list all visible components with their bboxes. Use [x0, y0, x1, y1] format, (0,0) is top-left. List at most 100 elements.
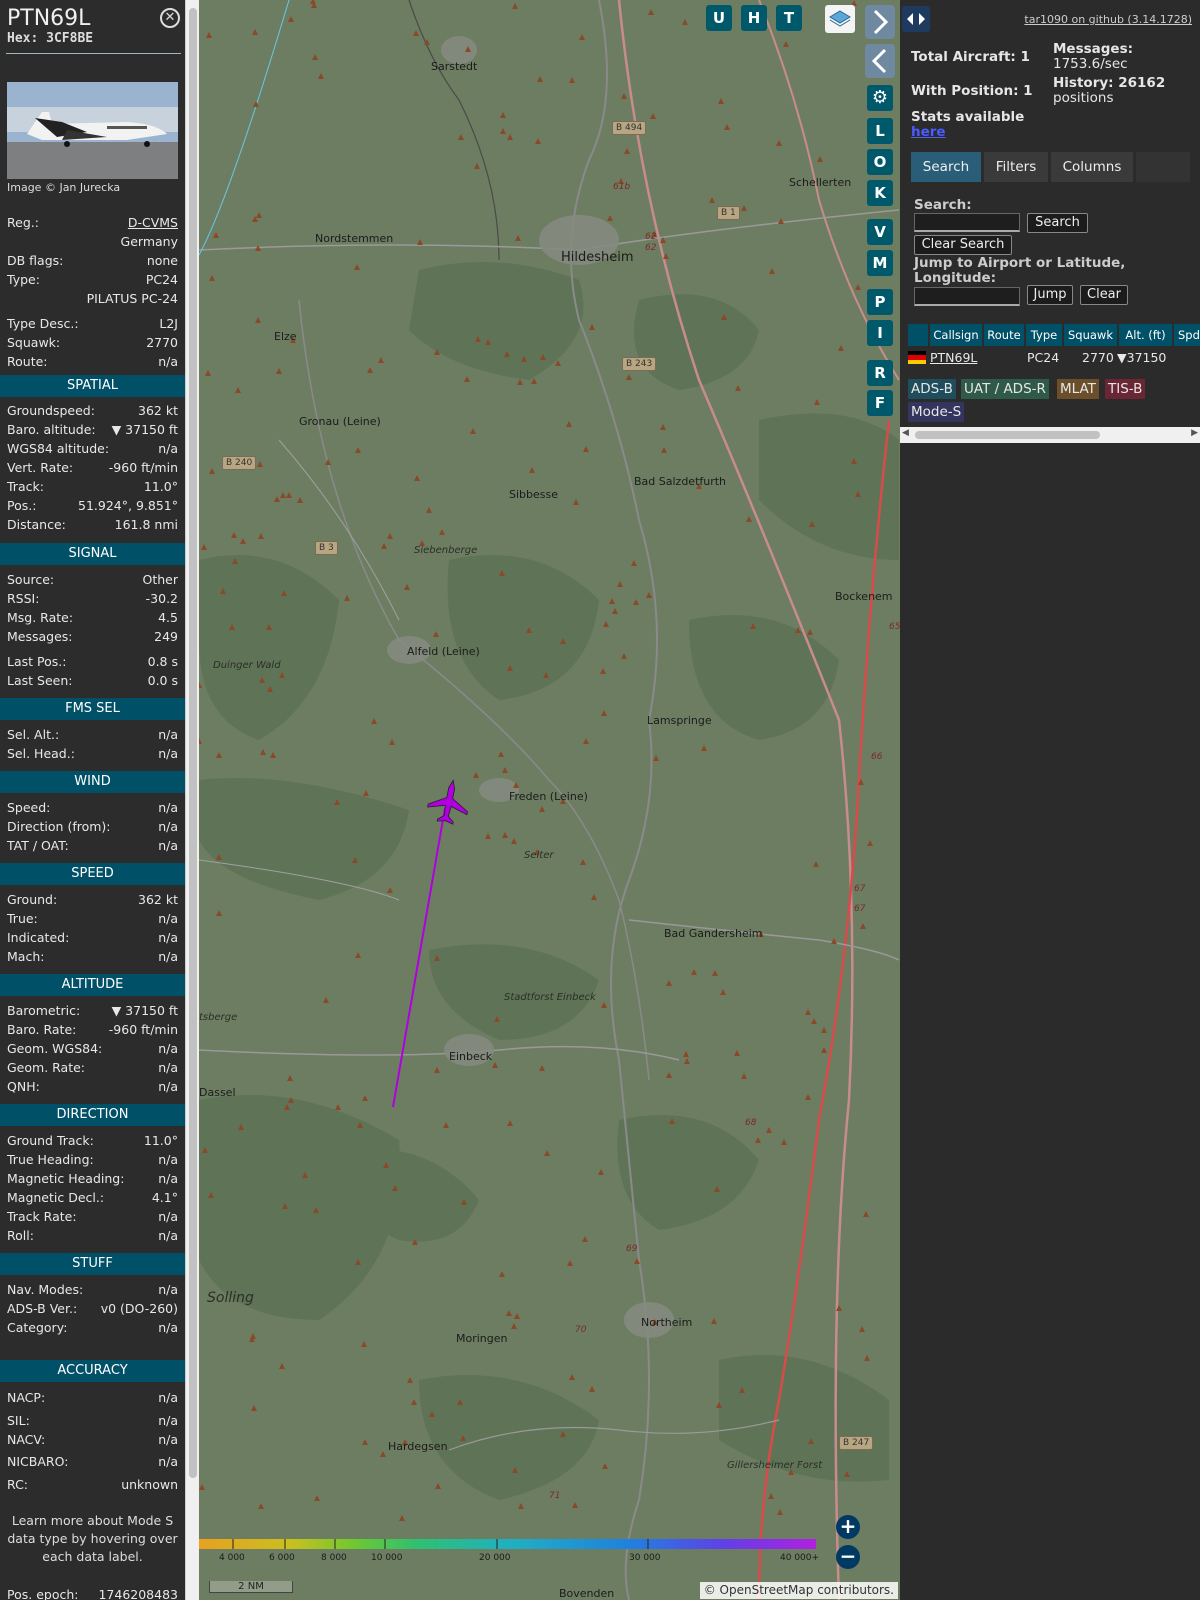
- col-route-header[interactable]: Route: [984, 324, 1024, 346]
- side-button-i[interactable]: I: [867, 320, 893, 346]
- settings-button[interactable]: ⚙: [867, 85, 893, 111]
- detail-label: Type Desc.:: [7, 316, 79, 331]
- forest-marker: [502, 832, 508, 838]
- tab-columns[interactable]: Columns: [1051, 152, 1133, 182]
- map-place-label: Bad Gandersheim: [664, 927, 763, 940]
- aircraft-icon[interactable]: [425, 777, 472, 827]
- stats-link[interactable]: here: [911, 124, 946, 140]
- map-place-label: Bockenem: [835, 590, 893, 603]
- layers-button[interactable]: [825, 5, 855, 33]
- map-button-t[interactable]: T: [776, 5, 802, 31]
- section-accuracy-header[interactable]: ACCURACY: [0, 1360, 185, 1382]
- collapse-left-button[interactable]: [865, 44, 895, 78]
- clear-search-button[interactable]: Clear Search: [914, 235, 1012, 255]
- search-button[interactable]: Search: [1027, 213, 1088, 233]
- jump-input[interactable]: [914, 287, 1020, 306]
- table-hscrollbar-thumb[interactable]: [915, 431, 1100, 439]
- section-fms-header[interactable]: FMS SEL: [0, 698, 185, 720]
- osm-link[interactable]: OpenStreetMap: [720, 1583, 814, 1597]
- fms-label: Sel. Head.:: [7, 746, 75, 761]
- row-type: PC24: [1027, 350, 1060, 365]
- side-button-m[interactable]: M: [867, 250, 893, 276]
- table-hscrollbar[interactable]: ◀ ▶: [900, 427, 1200, 443]
- signal-label: Messages:: [7, 629, 73, 644]
- registration-link[interactable]: D-CVMS: [128, 213, 178, 232]
- accuracy-row: NICBARO: n/a: [7, 1452, 178, 1471]
- side-button-o[interactable]: O: [867, 149, 893, 175]
- sidebar-scrollbar-thumb[interactable]: [189, 8, 197, 1478]
- forest-marker: [318, 73, 324, 79]
- stuff-row: Nav. Modes: n/a: [7, 1280, 178, 1299]
- col-spd-header[interactable]: Spd: [1174, 324, 1200, 346]
- aircraft-hex: Hex: 3CF8BE: [7, 31, 94, 46]
- stuff-value: v0 (DO-260): [100, 1301, 178, 1316]
- tab-filters[interactable]: Filters: [984, 152, 1048, 182]
- col-flag-header[interactable]: [908, 324, 928, 346]
- jump-button[interactable]: Jump: [1027, 285, 1073, 305]
- forest-marker: [498, 751, 504, 757]
- map-place-label: Stadtforst Einbeck: [504, 992, 596, 1003]
- aircraft-photo[interactable]: [7, 82, 178, 179]
- row-squawk: 2770: [1082, 350, 1114, 365]
- side-button-l[interactable]: L: [867, 118, 893, 144]
- forest-marker: [380, 1451, 386, 1457]
- version-link[interactable]: tar1090 on github (3.14.1728): [1024, 13, 1192, 26]
- side-button-p[interactable]: P: [867, 289, 893, 315]
- col-alt-header[interactable]: Alt. (ft): [1119, 324, 1172, 346]
- side-button-k[interactable]: K: [867, 180, 893, 206]
- search-input[interactable]: [914, 213, 1020, 232]
- tab-blank[interactable]: [1136, 152, 1190, 182]
- section-altitude-header[interactable]: ALTITUDE: [0, 974, 185, 996]
- scroll-left-icon[interactable]: ◀: [902, 428, 909, 438]
- forest-marker: [371, 718, 377, 724]
- side-button-r[interactable]: R: [867, 360, 893, 386]
- side-button-v[interactable]: V: [867, 219, 893, 245]
- detail-value: 2770: [146, 335, 178, 350]
- detail-row: Type: PC24: [7, 270, 178, 289]
- section-signal-header[interactable]: SIGNAL: [0, 543, 185, 565]
- pos-epoch-label: Pos. epoch:: [7, 1587, 79, 1600]
- row-callsign[interactable]: PTN69L: [930, 348, 977, 368]
- col-callsign-header[interactable]: Callsign: [930, 324, 982, 346]
- col-type-header[interactable]: Type: [1026, 324, 1062, 346]
- forest-marker: [601, 1002, 607, 1008]
- forest-marker: [286, 492, 292, 498]
- detail-label: Type:: [7, 272, 40, 287]
- zoom-in-button[interactable]: +: [836, 1515, 860, 1539]
- road-badge: B 247: [839, 1436, 874, 1450]
- close-icon[interactable]: ✕: [160, 8, 180, 28]
- forest-marker: [507, 1120, 513, 1126]
- signal-row: Msg. Rate: 4.5: [7, 608, 178, 627]
- expand-right-button[interactable]: [865, 5, 895, 39]
- forest-marker: [864, 1355, 870, 1361]
- forest-marker: [855, 284, 861, 290]
- forest-marker: [653, 755, 659, 761]
- clear-button[interactable]: Clear: [1080, 285, 1128, 305]
- stuff-value: n/a: [158, 1282, 178, 1297]
- section-direction-header[interactable]: DIRECTION: [0, 1104, 185, 1126]
- section-speed-header[interactable]: SPEED: [0, 863, 185, 885]
- chevron-left-icon: [871, 48, 887, 74]
- scroll-right-icon[interactable]: ▶: [1191, 428, 1198, 438]
- tab-search[interactable]: Search: [911, 152, 981, 182]
- section-wind-header[interactable]: WIND: [0, 771, 185, 793]
- spatial-value: -960 ft/min: [108, 460, 178, 475]
- forest-marker: [344, 595, 350, 601]
- col-squawk-header[interactable]: Squawk: [1064, 324, 1117, 346]
- spatial-label: Baro. altitude:: [7, 422, 96, 437]
- road-number: 71: [549, 1491, 561, 1501]
- sidebar-scrollbar[interactable]: [185, 0, 199, 1600]
- map-button-u[interactable]: U: [706, 5, 732, 31]
- spatial-label: Track:: [7, 479, 44, 494]
- side-button-f[interactable]: F: [867, 390, 893, 416]
- direction-label: Track Rate:: [7, 1209, 77, 1224]
- toggle-panel-button[interactable]: [902, 6, 930, 32]
- zoom-out-button[interactable]: −: [836, 1545, 860, 1569]
- section-stuff-header[interactable]: STUFF: [0, 1253, 185, 1275]
- forest-marker: [573, 499, 579, 505]
- forest-marker: [323, 997, 329, 1003]
- section-spatial-header[interactable]: SPATIAL: [0, 375, 185, 397]
- accuracy-label: NACP:: [7, 1390, 46, 1405]
- map-button-h[interactable]: H: [741, 5, 767, 31]
- map-view[interactable]: Sarstedt Schellerten Nordstemmen Hildesheim…: [199, 0, 900, 1600]
